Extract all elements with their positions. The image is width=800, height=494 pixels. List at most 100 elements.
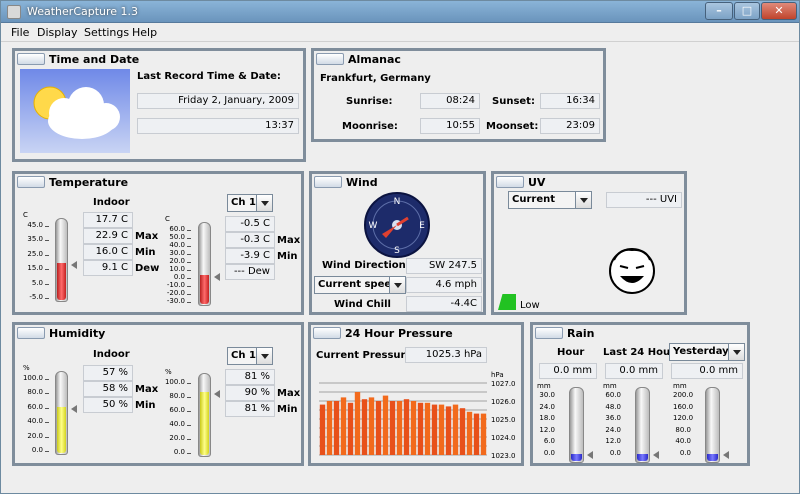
indoor-humidity-gauge	[55, 371, 68, 455]
temperature-panel: Temperature Indoor C 45.0 35.0 25.0 15.0 5.0…	[12, 171, 304, 315]
cloud-icon	[33, 86, 120, 139]
pressure-bar	[347, 402, 354, 455]
rain-period-select[interactable]: Yesterday	[669, 343, 745, 361]
scale-tick	[45, 240, 49, 242]
maximize-icon[interactable]: □	[734, 2, 760, 20]
scale-label: 50.0	[169, 233, 185, 241]
scale-label: 45.0	[27, 221, 43, 229]
weather-image	[20, 69, 130, 153]
pressure-panel: 24 Hour Pressure Current Pressure 1025.3…	[308, 322, 524, 466]
unit-label: C	[23, 211, 28, 219]
chevron-down-icon[interactable]	[256, 195, 272, 211]
panel-title: 24 Hour Pressure	[345, 327, 453, 340]
temp-channel-select[interactable]: Ch 1	[227, 194, 273, 212]
scale-tick	[187, 453, 191, 454]
panel-title: Temperature	[49, 176, 129, 189]
scale-label: 0.0	[543, 449, 555, 457]
scale-tick	[187, 294, 191, 295]
scale-tick	[45, 269, 49, 271]
rain-hour-label: Hour	[557, 347, 585, 358]
panel-toggle-button[interactable]	[314, 176, 342, 188]
rain-gauge-fill	[707, 454, 718, 461]
pressure-bar	[403, 399, 410, 455]
sunset-label: Sunset:	[492, 96, 535, 107]
scale-tick	[187, 411, 191, 412]
chevron-down-icon[interactable]	[728, 344, 744, 360]
scale-tick	[187, 262, 191, 263]
scale-tick	[187, 238, 191, 239]
uv-panel: UV Current --- UVI Low	[491, 171, 687, 315]
uv-select[interactable]: Current	[508, 191, 592, 209]
scale-label: 40.0	[27, 417, 43, 426]
rain-gauge-pointer	[653, 451, 659, 459]
scale-tick	[45, 298, 49, 299]
indoor-humidity-max: 58 %	[83, 381, 133, 397]
channel-thermometer	[198, 222, 211, 306]
channel-temp-max: -0.3 C	[225, 232, 275, 248]
scale-label: 40.0	[169, 241, 185, 249]
panel-toggle-button[interactable]	[17, 176, 45, 188]
rain-gauge	[635, 387, 650, 463]
scale-tick	[187, 270, 191, 271]
moonrise-value: 10:55	[420, 118, 480, 134]
chevron-down-icon[interactable]	[575, 192, 591, 208]
panel-title: Time and Date	[49, 53, 140, 66]
wind-speed-select[interactable]: Current speed	[314, 276, 406, 294]
max-label: Max	[135, 384, 159, 395]
title-bar: WeatherCapture 1.3 – □ ✕	[1, 1, 799, 23]
moonrise-label: Moonrise:	[342, 121, 398, 132]
uv-level-label: Low	[520, 300, 540, 311]
scale-label: 60.0	[169, 406, 185, 414]
wind-chill-value: -4.4C	[406, 296, 482, 312]
rain-unit-label: mm	[603, 382, 617, 390]
temp-channel-value: Ch 1	[231, 197, 256, 208]
menu-help[interactable]: Help	[132, 26, 157, 39]
scale-label: 30.0	[539, 391, 555, 399]
panel-toggle-button[interactable]	[496, 176, 524, 188]
rain-gauge-pointer	[587, 451, 593, 459]
pressure-bar	[424, 402, 431, 455]
close-icon[interactable]: ✕	[761, 2, 797, 20]
panel-toggle-button[interactable]	[313, 327, 341, 339]
chevron-down-icon[interactable]	[389, 277, 405, 293]
rain-gauge-pointer	[723, 451, 729, 459]
menu-file[interactable]: File	[11, 26, 29, 39]
pressure-bar	[445, 406, 452, 455]
indoor-temp-max: 22.9 C	[83, 228, 133, 244]
pressure-bar	[382, 395, 389, 455]
scale-label: 5.0	[31, 278, 43, 287]
scale-label: 12.0	[605, 437, 621, 446]
current-pressure-value: 1025.3 hPa	[405, 347, 487, 363]
panel-toggle-button[interactable]	[17, 53, 45, 65]
rain-hour-value: 0.0 mm	[539, 363, 597, 379]
pressure-bar	[480, 413, 487, 455]
scale-label: 60.0	[27, 402, 43, 411]
max-label: Max	[277, 235, 301, 246]
chevron-down-icon[interactable]	[256, 348, 272, 364]
scale-label: 18.0	[539, 414, 555, 423]
humidity-panel: Humidity Indoor % 100.0 80.0 60.0 40.0 20.0 0…	[12, 322, 304, 466]
app-icon	[7, 5, 21, 19]
humidity-channel-select[interactable]: Ch 1	[227, 347, 273, 365]
scale-label: 40.0	[675, 437, 691, 446]
scale-tick	[45, 379, 49, 380]
scale-label: 80.0	[675, 425, 691, 434]
pressure-bar	[333, 401, 340, 455]
channel-humidity-gauge	[198, 373, 211, 457]
current-pressure-label: Current Pressure	[316, 350, 413, 361]
pressure-bar	[417, 402, 424, 455]
panel-toggle-button[interactable]	[17, 327, 45, 339]
minimize-icon[interactable]: –	[705, 2, 733, 20]
pressure-bar	[459, 408, 466, 455]
panel-toggle-button[interactable]	[316, 53, 344, 65]
rain-24h-value: 0.0 mm	[605, 363, 663, 379]
pressure-bar	[319, 404, 326, 455]
menu-settings[interactable]: Settings	[84, 26, 129, 39]
pressure-tick-label: 1023.0	[491, 452, 516, 460]
scale-label: 36.0	[605, 414, 621, 423]
scale-label: 12.0	[539, 425, 555, 434]
panel-toggle-button[interactable]	[535, 327, 563, 339]
menu-display[interactable]: Display	[37, 26, 78, 39]
wind-chill-label: Wind Chill	[334, 299, 391, 310]
scale-label: 15.0	[27, 264, 43, 273]
